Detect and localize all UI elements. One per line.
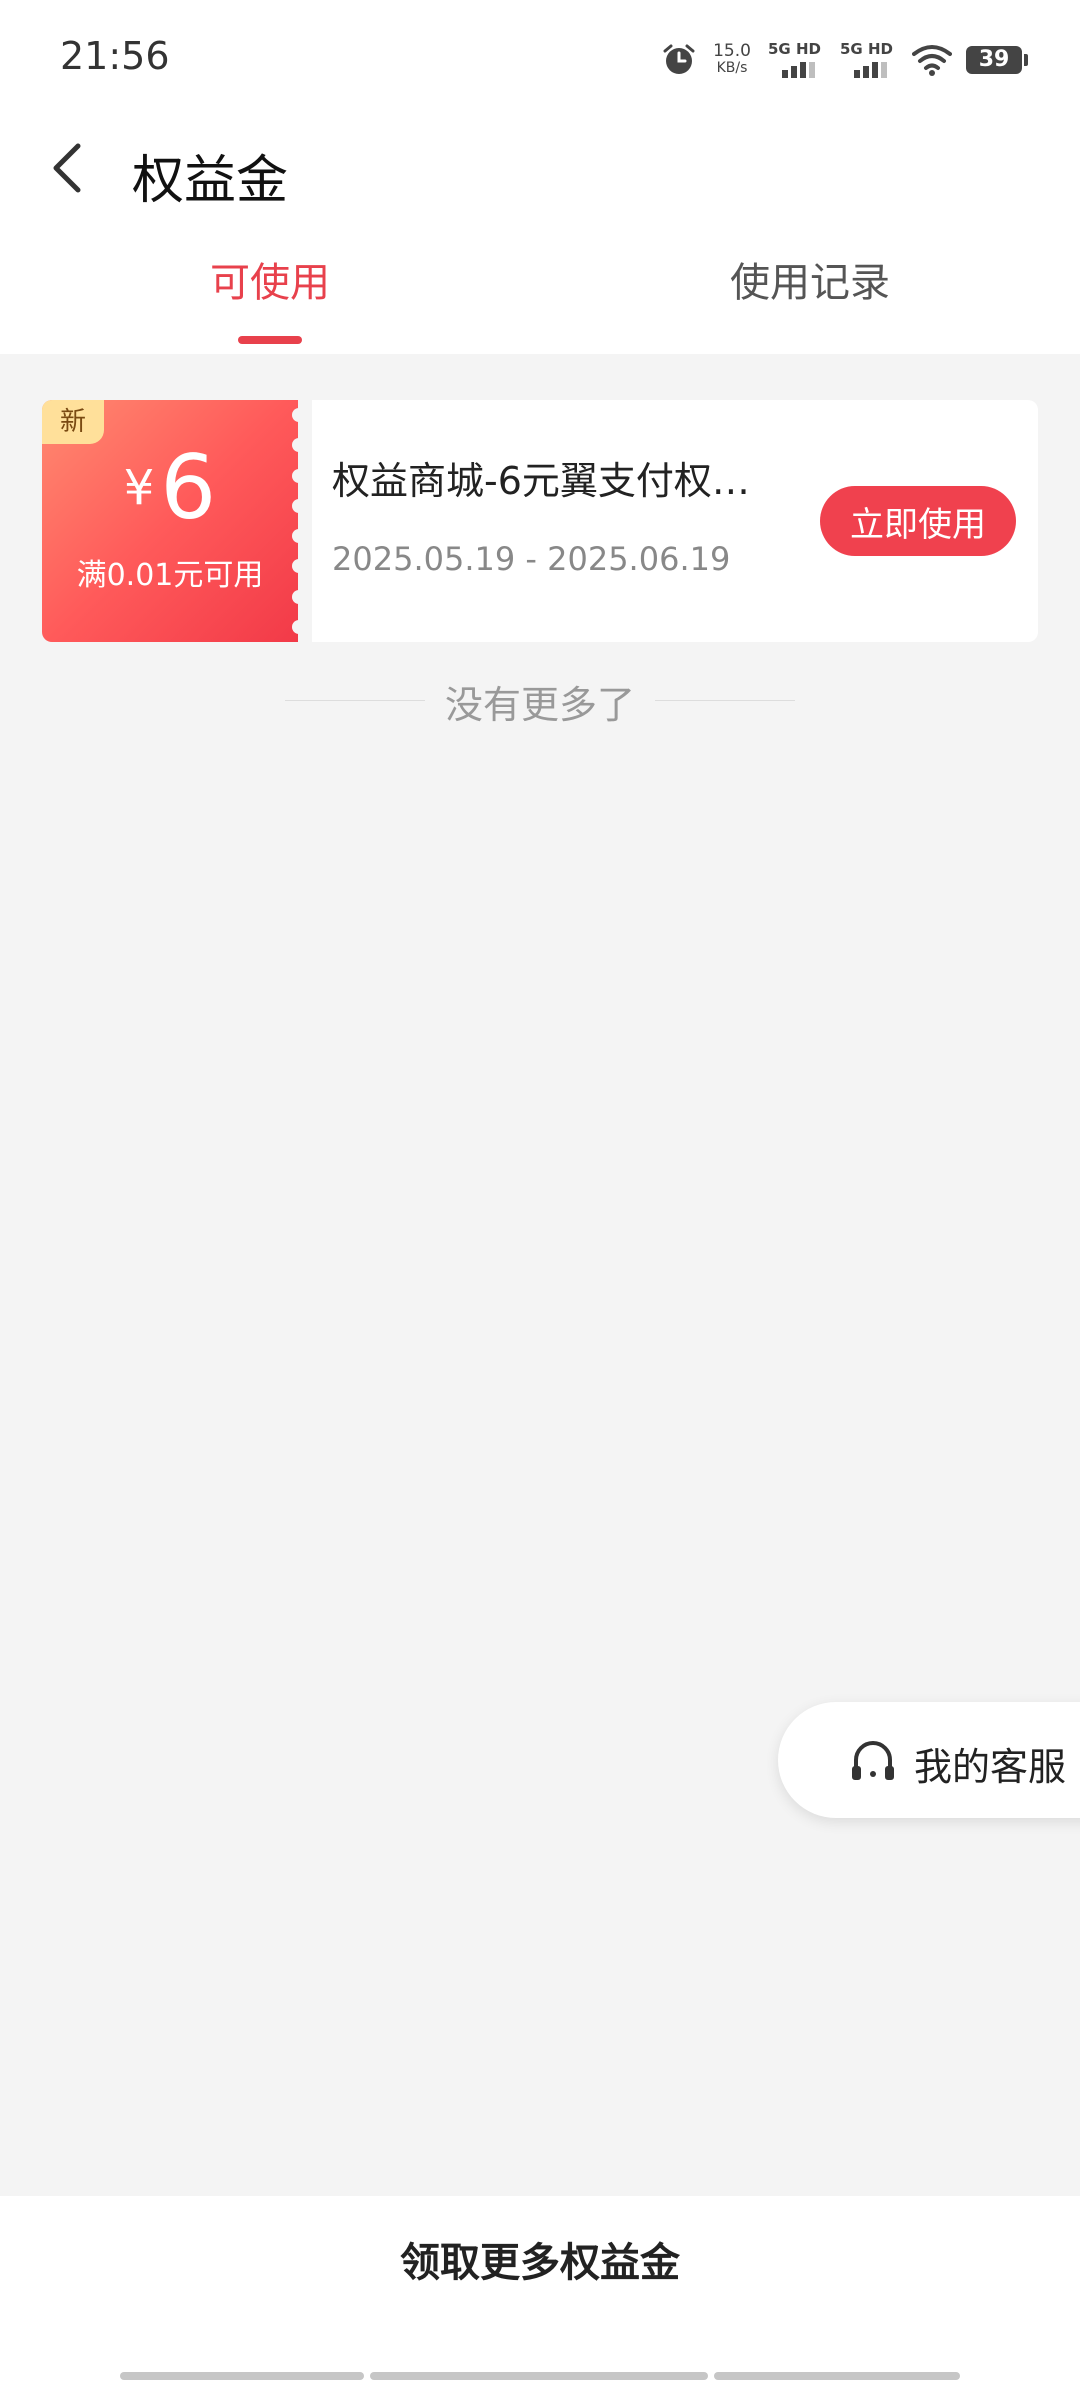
customer-service-label: 我的客服 xyxy=(914,1745,1067,1789)
active-tab-indicator xyxy=(238,336,302,344)
tab-available[interactable]: 可使用 xyxy=(0,250,540,308)
coupon-value-panel: 新 ¥6 满0.01元可用 xyxy=(42,400,298,642)
network-speed-unit: KB/s xyxy=(716,60,748,76)
signal-5g-2: 5G HD xyxy=(840,40,898,80)
wifi-icon xyxy=(912,45,952,76)
gesture-handle-center xyxy=(370,2372,708,2380)
coupon-card[interactable]: 新 ¥6 满0.01元可用 权益商城-6元翼支付权… 2025.05.19 - … xyxy=(42,400,1038,642)
signal-label-1: 5G HD xyxy=(768,40,821,58)
bottom-bar: 领取更多权益金 xyxy=(0,2196,1080,2388)
status-time: 21:56 xyxy=(60,34,170,78)
battery-icon: 39 xyxy=(966,46,1028,74)
coupon-condition: 满0.01元可用 xyxy=(76,558,264,593)
status-bar: 21:56 15.0 KB/s 5G HD 5G HD 39 xyxy=(0,0,1080,118)
coupon-info-panel: 权益商城-6元翼支付权… 2025.05.19 - 2025.06.19 立即使… xyxy=(312,400,1038,642)
coupon-amount: ¥6 xyxy=(42,438,298,563)
currency-symbol: ¥ xyxy=(123,460,155,516)
back-arrow-icon[interactable] xyxy=(46,136,90,200)
status-icons: 15.0 KB/s 5G HD 5G HD 39 xyxy=(662,40,1028,80)
tab-usage-records[interactable]: 使用记录 xyxy=(540,250,1080,308)
use-now-button[interactable]: 立即使用 xyxy=(820,486,1016,556)
divider-line-right xyxy=(655,700,795,701)
customer-service-button[interactable]: 我的客服 xyxy=(778,1702,1080,1818)
coupon-perforation xyxy=(290,400,308,642)
headset-icon xyxy=(852,1741,894,1780)
coupon-title: 权益商城-6元翼支付权… xyxy=(332,459,750,503)
battery-level: 39 xyxy=(978,47,1010,72)
coupon-amount-value: 6 xyxy=(160,436,217,539)
get-more-button[interactable]: 领取更多权益金 xyxy=(0,2230,1080,2288)
coupon-date-range: 2025.05.19 - 2025.06.19 xyxy=(332,540,731,578)
network-speed: 15.0 KB/s xyxy=(710,43,754,77)
page-title: 权益金 xyxy=(132,151,289,211)
page-header: 权益金 xyxy=(0,118,1080,218)
alarm-icon xyxy=(663,44,695,74)
list-end-divider: 没有更多了 xyxy=(285,672,795,728)
gesture-handle-right xyxy=(714,2372,960,2380)
signal-5g-1: 5G HD xyxy=(768,40,826,80)
list-end-text: 没有更多了 xyxy=(444,683,635,727)
signal-bars-icon xyxy=(782,62,815,78)
gesture-handle-left xyxy=(120,2372,364,2380)
signal-bars-icon xyxy=(854,62,887,78)
network-speed-value: 15.0 xyxy=(713,41,751,61)
signal-label-2: 5G HD xyxy=(840,40,893,58)
tab-bar: 可使用 使用记录 xyxy=(0,250,1080,354)
